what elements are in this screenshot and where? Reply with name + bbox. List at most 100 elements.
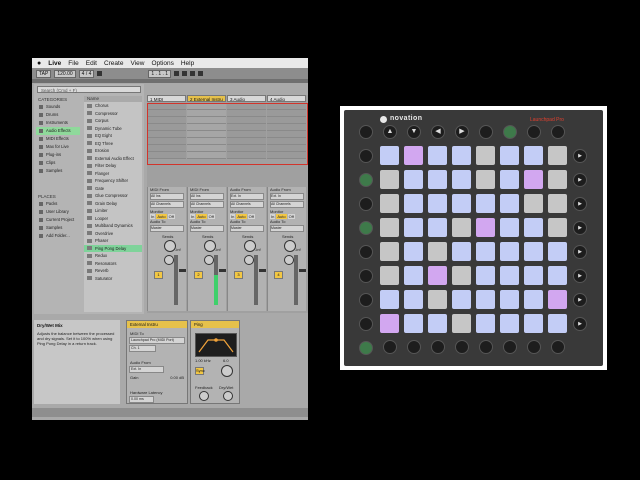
track-activator-button[interactable]: 3 <box>234 271 243 279</box>
left-function-button[interactable] <box>359 149 373 163</box>
pad[interactable] <box>524 170 543 189</box>
pad[interactable] <box>452 242 471 261</box>
feedback-knob[interactable] <box>199 391 209 401</box>
place-item[interactable]: Samples <box>36 224 80 232</box>
drywet-knob[interactable] <box>223 391 233 401</box>
sync-toggle[interactable]: Sync <box>195 367 205 375</box>
pad[interactable] <box>428 290 447 309</box>
bottom-function-button[interactable] <box>527 340 541 354</box>
pad[interactable] <box>428 218 447 237</box>
pad[interactable] <box>404 290 423 309</box>
track-activator-button[interactable]: 1 <box>154 271 163 279</box>
bottom-function-button[interactable] <box>551 340 565 354</box>
pan-knob[interactable] <box>164 255 174 265</box>
left-function-button[interactable] <box>359 221 373 235</box>
pad[interactable] <box>476 146 495 165</box>
scene-launch-button[interactable]: ▶ <box>573 221 587 235</box>
browser-item[interactable]: Chorus <box>84 102 142 110</box>
menu-help[interactable]: Help <box>181 60 194 67</box>
pad[interactable] <box>500 218 519 237</box>
pad[interactable] <box>524 266 543 285</box>
tap-tempo-button[interactable]: TAP <box>36 69 52 78</box>
category-item[interactable]: Audio Effects <box>36 127 80 135</box>
browser-item[interactable]: Overdrive <box>84 230 142 238</box>
audio-from-dropdown[interactable]: Ext. In <box>129 366 164 373</box>
pad[interactable] <box>548 314 567 333</box>
browser-item[interactable]: External Audio Effect <box>84 155 142 163</box>
left-function-button[interactable] <box>359 317 373 331</box>
gain-value[interactable]: 0.00 dB <box>170 375 184 380</box>
browser-item[interactable]: Filter Delay <box>84 162 142 170</box>
pad[interactable] <box>380 290 399 309</box>
pad[interactable] <box>500 314 519 333</box>
input-channel-dropdown[interactable]: All Channels <box>150 201 184 208</box>
pad[interactable] <box>548 242 567 261</box>
bottom-function-button[interactable] <box>455 340 469 354</box>
input-type-dropdown[interactable]: All Ins <box>150 193 184 200</box>
pad[interactable] <box>476 290 495 309</box>
category-item[interactable]: Plug-ins <box>36 151 80 159</box>
category-item[interactable]: Sounds <box>36 103 80 111</box>
song-position-field[interactable]: 1 . 1 . 1 <box>148 69 172 78</box>
pad[interactable] <box>452 146 471 165</box>
browser-item[interactable]: Corpus <box>84 117 142 125</box>
pad[interactable] <box>404 146 423 165</box>
midi-channel-dropdown[interactable]: Ch. 1 <box>129 345 156 352</box>
scene-launch-button[interactable]: ▶ <box>573 245 587 259</box>
browser-item[interactable]: Compressor <box>84 110 142 118</box>
pad[interactable] <box>524 314 543 333</box>
pad[interactable] <box>452 266 471 285</box>
browser-item[interactable]: Ping Pong Delay <box>84 244 142 252</box>
input-type-dropdown[interactable]: Ext. In <box>270 193 304 200</box>
output-dropdown[interactable]: Master <box>190 225 224 232</box>
pad[interactable] <box>476 218 495 237</box>
pad[interactable] <box>380 314 399 333</box>
monitor-off-button[interactable]: Off <box>247 214 255 219</box>
pad[interactable] <box>452 314 471 333</box>
scene-launch-button[interactable]: ▶ <box>573 173 587 187</box>
pad[interactable] <box>548 146 567 165</box>
output-dropdown[interactable]: Master <box>230 225 264 232</box>
top-function-button[interactable] <box>551 125 565 139</box>
input-channel-dropdown[interactable]: All Channels <box>270 201 304 208</box>
pad[interactable] <box>500 266 519 285</box>
top-function-button[interactable]: ▼ <box>407 125 421 139</box>
left-function-button[interactable] <box>359 341 373 355</box>
pad[interactable] <box>476 266 495 285</box>
pad[interactable] <box>500 194 519 213</box>
pan-knob[interactable] <box>204 255 214 265</box>
pad[interactable] <box>452 290 471 309</box>
category-item[interactable]: Max for Live <box>36 143 80 151</box>
input-channel-dropdown[interactable]: All Channels <box>230 201 264 208</box>
pad[interactable] <box>404 194 423 213</box>
browser-item[interactable]: Saturator <box>84 275 142 283</box>
apple-menu-icon[interactable]: ● <box>37 60 41 67</box>
top-function-button[interactable]: ◀ <box>431 125 445 139</box>
midi-to-dropdown[interactable]: Launchpad Pro (MIDI Port) <box>129 337 185 344</box>
pad[interactable] <box>524 242 543 261</box>
pad[interactable] <box>500 146 519 165</box>
browser-item[interactable]: Redux <box>84 252 142 260</box>
left-function-button[interactable] <box>359 245 373 259</box>
pad[interactable] <box>428 194 447 213</box>
pad[interactable] <box>380 170 399 189</box>
category-item[interactable]: Samples <box>36 167 80 175</box>
volume-fader[interactable] <box>179 269 186 272</box>
browser-item[interactable]: Erosion <box>84 147 142 155</box>
pad[interactable] <box>548 218 567 237</box>
bottom-function-button[interactable] <box>383 340 397 354</box>
input-channel-dropdown[interactable]: All Channels <box>190 201 224 208</box>
pad[interactable] <box>476 194 495 213</box>
menu-file[interactable]: File <box>68 60 78 67</box>
pad[interactable] <box>524 290 543 309</box>
output-dropdown[interactable]: Master <box>270 225 304 232</box>
scene-launch-button[interactable]: ▶ <box>573 317 587 331</box>
browser-item[interactable]: EQ Three <box>84 140 142 148</box>
pad[interactable] <box>500 170 519 189</box>
browser-item[interactable]: Reverb <box>84 267 142 275</box>
place-item[interactable]: Current Project <box>36 216 80 224</box>
pad[interactable] <box>428 266 447 285</box>
menu-view[interactable]: View <box>130 60 144 67</box>
pad[interactable] <box>380 266 399 285</box>
pad[interactable] <box>548 266 567 285</box>
